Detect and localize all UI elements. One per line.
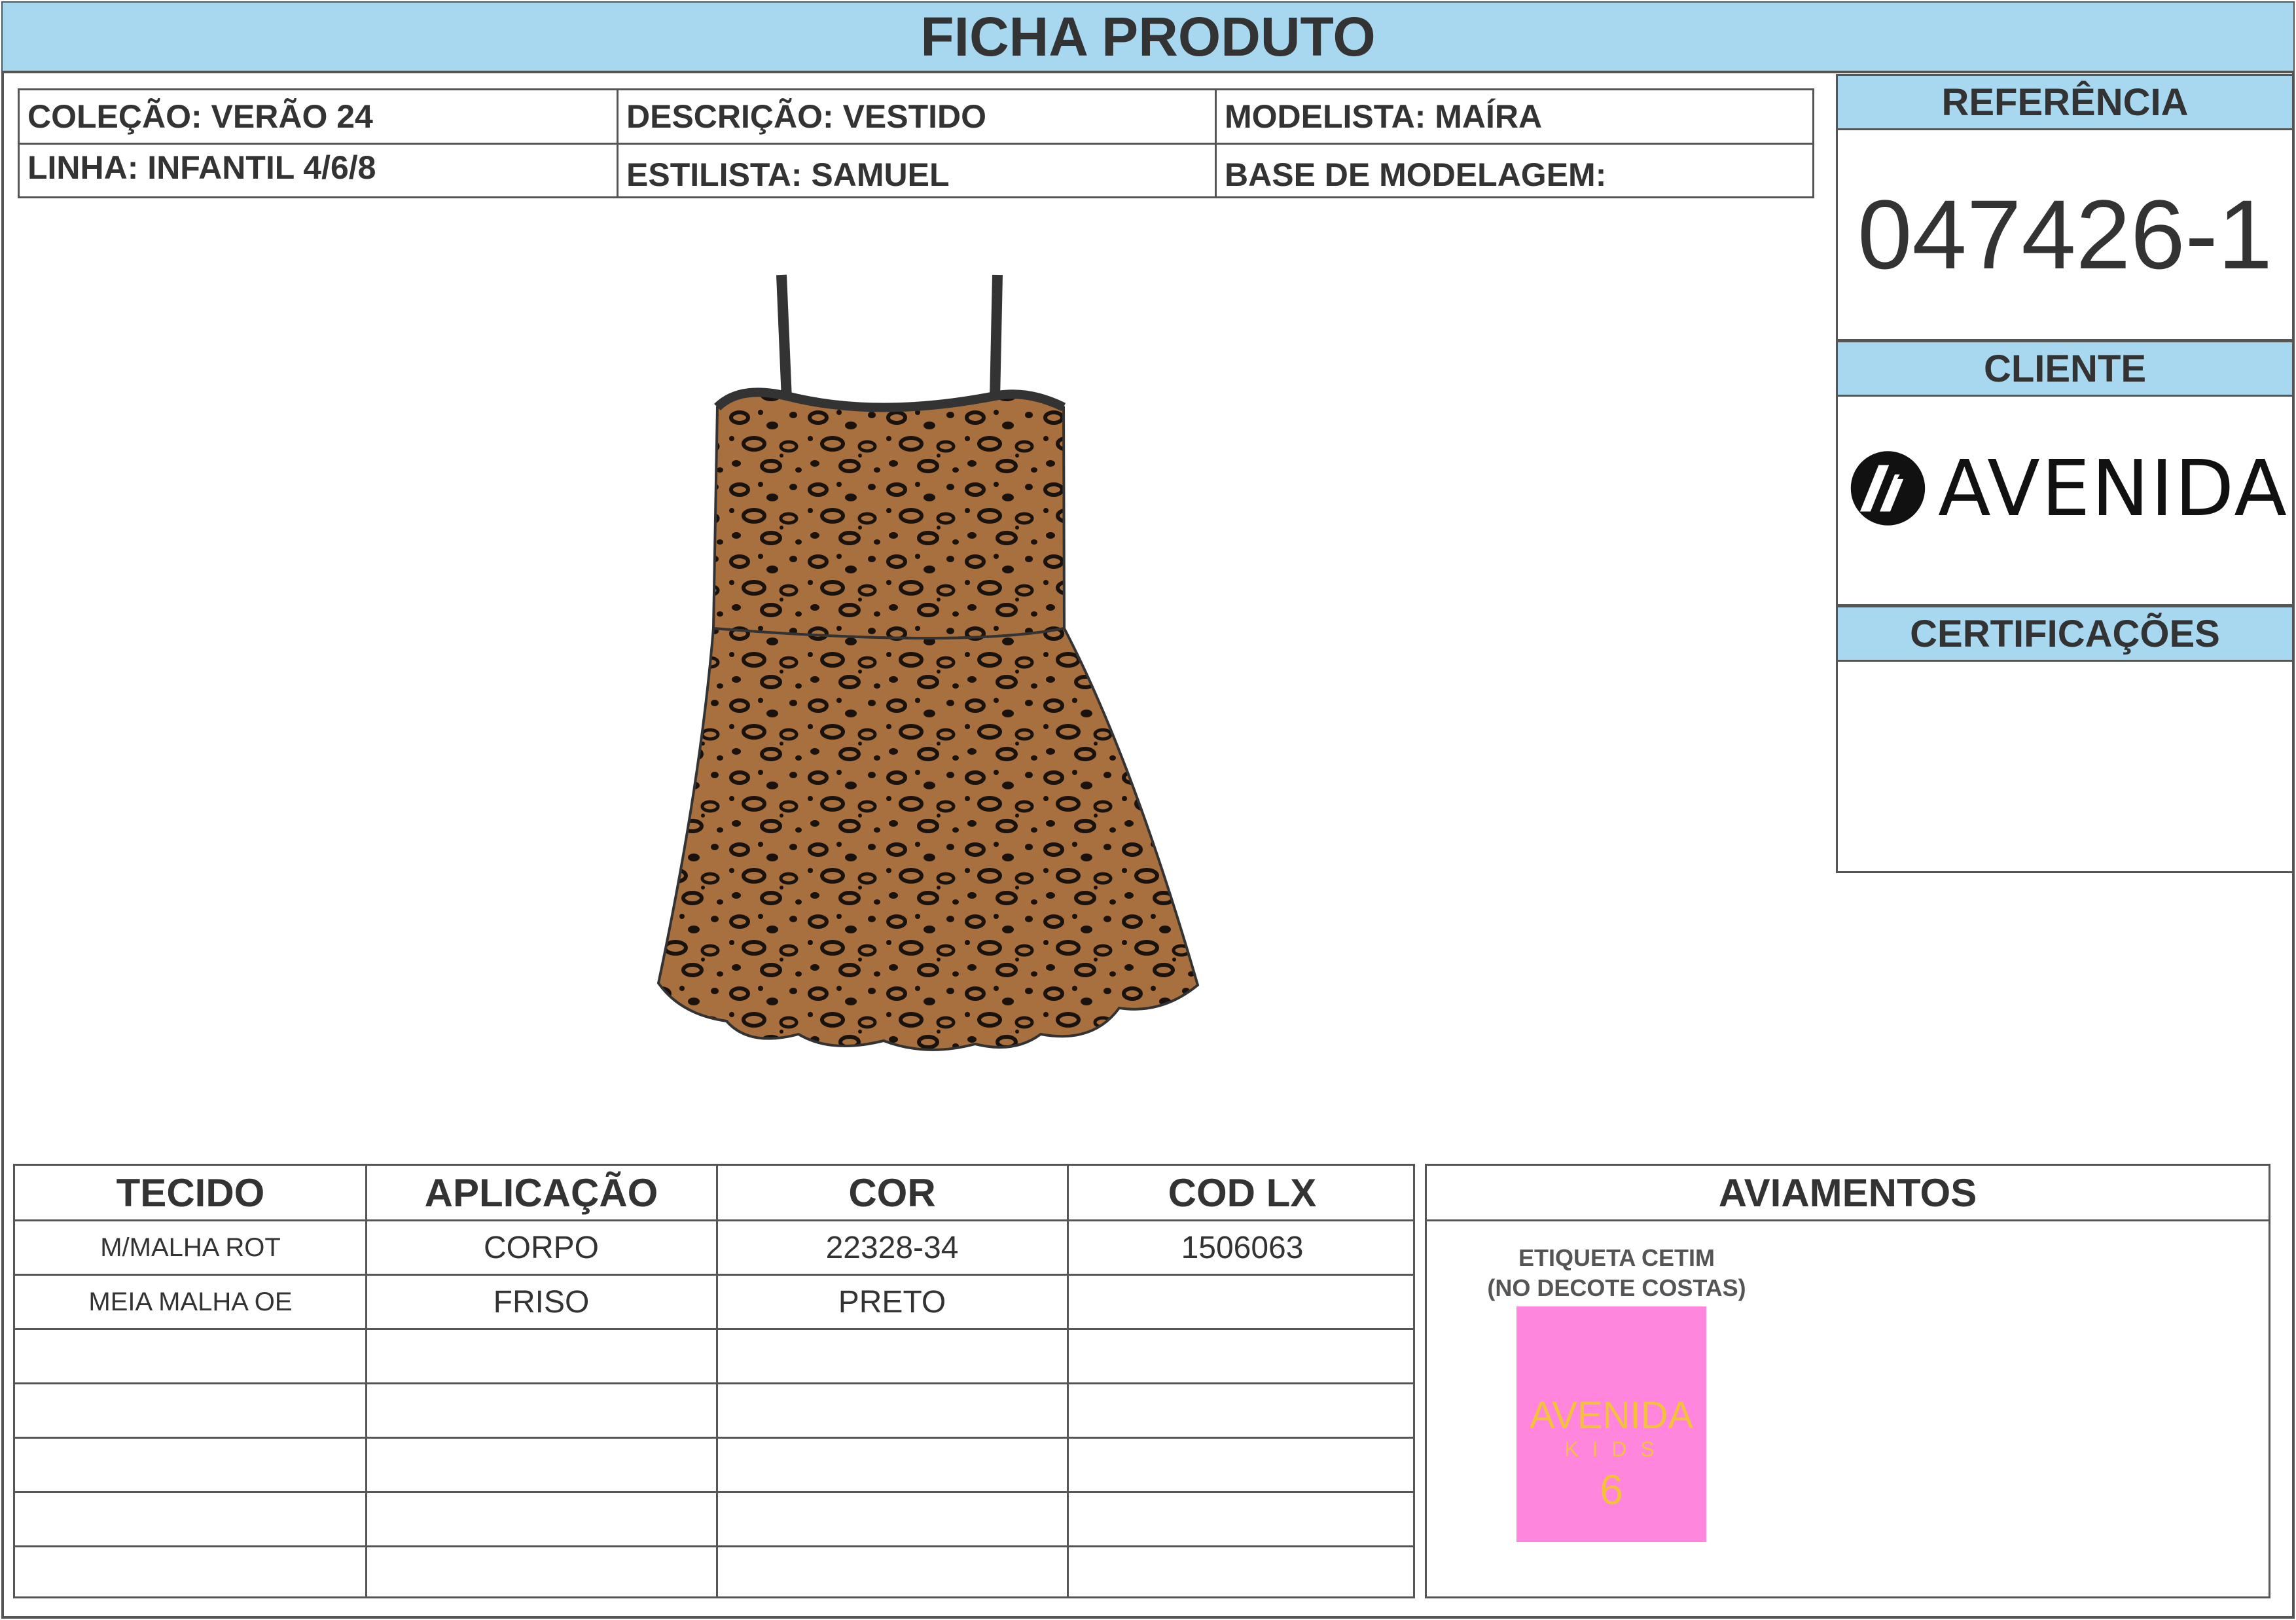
table-cell (15, 1439, 366, 1491)
table-cell (1067, 1330, 1417, 1382)
table-cell: 22328-34 (825, 1230, 959, 1265)
table-cell: 1506063 (1181, 1230, 1304, 1265)
table-cell (15, 1384, 366, 1437)
cliente-logo-box: AVENIDA (1836, 397, 2294, 606)
table-cell (1067, 1493, 1417, 1545)
aviamentos-divider (1427, 1219, 2269, 1221)
table-cell (366, 1330, 717, 1382)
descricao-field: DESCRIÇÃO: VESTIDO (626, 98, 987, 135)
aviamentos-header: AVIAMENTOS (1718, 1170, 1977, 1215)
certificacoes-header: CERTIFICAÇÕES (1836, 605, 2294, 662)
etiqueta-caption-line1: ETIQUETA CETIM (1518, 1244, 1715, 1271)
aviamentos-box: AVIAMENTOS ETIQUETA CETIM (NO DECOTE COS… (1425, 1164, 2270, 1598)
avenida-logo-text: AVENIDA (1937, 443, 2288, 533)
table-header-cell: COR (848, 1170, 936, 1215)
table-cell (15, 1330, 366, 1382)
modelista-field: MODELISTA: MAÍRA (1225, 98, 1543, 135)
base-modelagem-field: BASE DE MODELAGEM: (1225, 156, 1607, 193)
info-table: COLEÇÃO: VERÃO 24 DESCRIÇÃO: VESTIDO MOD… (18, 88, 1814, 198)
table-cell (1067, 1276, 1417, 1328)
table-header-cell: APLICAÇÃO (424, 1170, 658, 1215)
certificacoes-box (1836, 662, 2294, 873)
page-title: FICHA PRODUTO (3, 3, 2293, 73)
table-header-cell: TECIDO (116, 1170, 265, 1215)
table-cell: PRETO (838, 1284, 946, 1320)
table-cell (366, 1384, 717, 1437)
dress-illustration (656, 274, 1200, 1051)
avenida-logo-icon (1850, 451, 1926, 526)
table-cell: FRISO (493, 1284, 590, 1320)
table-cell (366, 1493, 717, 1545)
table-cell (1067, 1384, 1417, 1437)
table-cell (717, 1439, 1067, 1491)
table-cell (366, 1547, 717, 1600)
table-cell (15, 1493, 366, 1545)
table-cell (717, 1547, 1067, 1600)
table-cell (1067, 1439, 1417, 1491)
table-header-cell: COD LX (1168, 1170, 1317, 1215)
table-cell (717, 1330, 1067, 1382)
tag-size: 6 (1600, 1466, 1623, 1513)
fabric-table: TECIDO APLICAÇÃO COR COD LX M/MALHA ROT CORPO… (13, 1164, 1415, 1598)
tag-brand: AVENIDA (1529, 1394, 1694, 1437)
etiqueta-tag: AVENIDA K I D S 6 (1516, 1306, 1706, 1542)
linha-field: LINHA: INFANTIL 4/6/8 (27, 149, 376, 186)
etiqueta-caption: ETIQUETA CETIM (NO DECOTE COSTAS) (1466, 1243, 1767, 1303)
table-cell (717, 1384, 1067, 1437)
table-cell (717, 1493, 1067, 1545)
table-cell (366, 1439, 717, 1491)
table-cell: M/MALHA ROT (100, 1233, 281, 1262)
table-cell: CORPO (483, 1230, 599, 1265)
colecao-field: COLEÇÃO: VERÃO 24 (27, 98, 373, 135)
cliente-header: CLIENTE (1836, 340, 2294, 397)
referencia-value: 047426-1 (1836, 130, 2294, 341)
estilista-field: ESTILISTA: SAMUEL (626, 156, 950, 193)
referencia-header: REFERÊNCIA (1836, 74, 2294, 130)
tag-sub: K I D S (1564, 1437, 1659, 1461)
table-cell (15, 1547, 366, 1600)
avenida-logo: AVENIDA (1850, 442, 2288, 534)
table-cell (1067, 1547, 1417, 1600)
etiqueta-caption-line2: (NO DECOTE COSTAS) (1487, 1274, 1746, 1301)
table-cell: MEIA MALHA OE (88, 1287, 293, 1316)
